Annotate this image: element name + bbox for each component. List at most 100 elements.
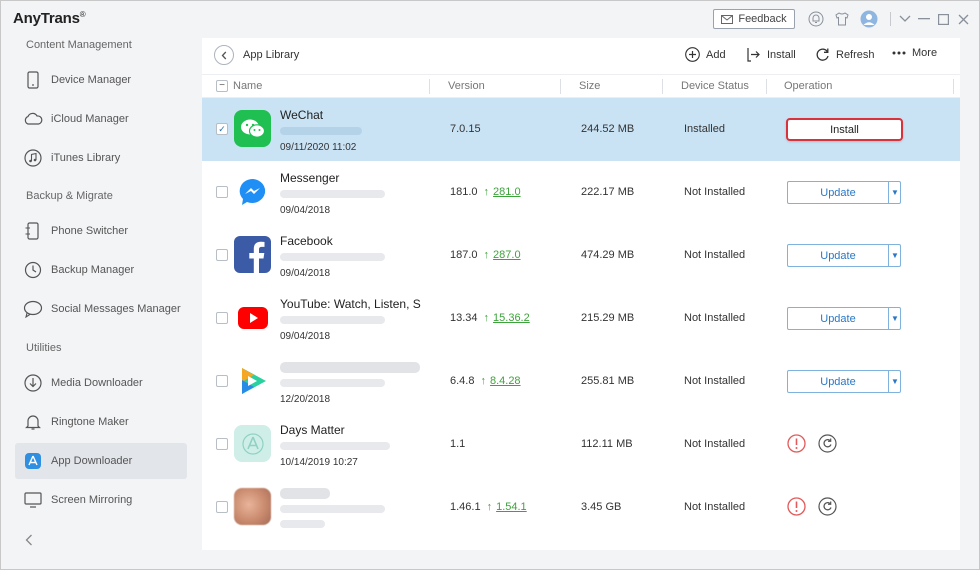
blurred-app-icon	[234, 488, 271, 525]
maximize-icon[interactable]	[933, 9, 953, 29]
table-row[interactable]: Facebook 09/04/2018 187.0 ↑ 287.0 474.29 M…	[202, 224, 960, 287]
column-header-version[interactable]: Version	[448, 80, 485, 92]
notification-bell-icon[interactable]	[806, 9, 826, 29]
download-icon	[23, 373, 43, 393]
sidebar-item-itunes-library[interactable]: iTunes Library	[15, 140, 187, 176]
collapse-sidebar-button[interactable]	[25, 533, 39, 549]
app-name: WeChat	[280, 108, 324, 122]
column-header-name[interactable]: Name	[233, 80, 262, 92]
column-header-device-status[interactable]: Device Status	[681, 80, 749, 92]
warning-icon[interactable]	[787, 434, 806, 453]
column-divider	[560, 79, 561, 94]
section-label-utilities: Utilities	[26, 342, 62, 354]
table-row[interactable]: 12/20/2018 6.4.8 ↑ 8.4.28 255.81 MB Not In…	[202, 350, 960, 413]
new-version-link[interactable]: 287.0	[493, 249, 521, 261]
sidebar-item-phone-switcher[interactable]: Phone Switcher	[15, 213, 187, 249]
table-row[interactable]: ✓ WeChat 09/11/2020 11:02 7.0.15 244.52 …	[202, 98, 960, 161]
user-avatar-icon[interactable]	[859, 9, 879, 29]
column-header-operation[interactable]: Operation	[784, 80, 832, 92]
column-divider	[766, 79, 767, 94]
warning-icon[interactable]	[787, 497, 806, 516]
table-row[interactable]: Days Matter 10/14/2019 10:27 1.1 112.11 …	[202, 413, 960, 476]
sidebar-item-label: Social Messages Manager	[51, 303, 181, 315]
section-label-backup-migrate: Backup & Migrate	[26, 190, 113, 202]
back-button[interactable]	[214, 45, 234, 65]
tshirt-skin-icon[interactable]	[832, 9, 852, 29]
refresh-button[interactable]: Refresh	[815, 47, 875, 62]
blurred-developer	[280, 442, 390, 450]
blurred-date	[280, 520, 325, 528]
sidebar-item-icloud-manager[interactable]: iCloud Manager	[15, 101, 187, 137]
table-row[interactable]: YouTube: Watch, Listen, S 09/04/2018 13.…	[202, 287, 960, 350]
size: 474.29 MB	[581, 249, 635, 261]
app-date: 09/11/2020 11:02	[280, 142, 357, 153]
video-player-app-icon	[234, 362, 271, 399]
screen-icon	[23, 490, 43, 510]
install-icon	[747, 48, 760, 62]
row-checkbox[interactable]	[216, 186, 228, 198]
close-icon[interactable]	[953, 9, 973, 29]
row-checkbox[interactable]	[216, 312, 228, 324]
sidebar-item-backup-manager[interactable]: Backup Manager	[15, 252, 187, 288]
app-name: YouTube: Watch, Listen, S	[280, 297, 421, 311]
row-checkbox[interactable]	[216, 438, 228, 450]
chevron-down-icon[interactable]: ▼	[888, 182, 901, 203]
column-divider	[953, 79, 954, 94]
sidebar-item-media-downloader[interactable]: Media Downloader	[15, 365, 187, 401]
chevron-left-icon	[221, 51, 227, 59]
table-row[interactable]: 1.46.1 ↑ 1.54.1 3.45 GB Not Installed	[202, 476, 960, 539]
update-button[interactable]: Update ▼	[787, 244, 901, 267]
install-toolbar-button[interactable]: Install	[747, 47, 796, 62]
select-all-checkbox[interactable]: −	[216, 80, 228, 92]
new-version-link[interactable]: 1.54.1	[496, 501, 527, 513]
row-checkbox[interactable]: ✓	[216, 123, 228, 135]
blurred-developer	[280, 505, 385, 513]
row-checkbox[interactable]	[216, 375, 228, 387]
bell-icon	[23, 412, 43, 432]
new-version-link[interactable]: 281.0	[493, 186, 521, 198]
add-button[interactable]: Add	[685, 47, 726, 62]
sidebar-item-ringtone-maker[interactable]: Ringtone Maker	[15, 404, 187, 440]
install-button[interactable]: Install	[786, 118, 903, 141]
feedback-button[interactable]: Feedback	[713, 9, 795, 29]
device-status: Not Installed	[684, 438, 746, 450]
sidebar-item-app-downloader[interactable]: App Downloader	[15, 443, 187, 479]
minimize-icon[interactable]	[914, 9, 934, 29]
update-button[interactable]: Update ▼	[787, 307, 901, 330]
version: 1.1	[450, 438, 466, 450]
sidebar-item-social-messages-manager[interactable]: Social Messages Manager	[15, 291, 187, 327]
column-header-size[interactable]: Size	[579, 80, 600, 92]
sidebar-item-label: iCloud Manager	[51, 113, 129, 125]
retry-icon[interactable]	[818, 434, 837, 453]
sidebar-item-label: App Downloader	[51, 455, 133, 467]
new-version-link[interactable]: 15.36.2	[493, 312, 530, 324]
app-date: 10/14/2019 10:27	[280, 457, 358, 468]
chevron-down-icon[interactable]	[895, 9, 915, 29]
mail-icon	[721, 14, 734, 24]
retry-icon[interactable]	[818, 497, 837, 516]
cloud-icon	[23, 109, 43, 129]
column-divider	[429, 79, 430, 94]
sidebar-item-label: Device Manager	[51, 74, 132, 86]
row-checkbox[interactable]	[216, 249, 228, 261]
new-version-link[interactable]: 8.4.28	[490, 375, 521, 387]
sidebar-item-screen-mirroring[interactable]: Screen Mirroring	[15, 482, 187, 518]
chevron-down-icon[interactable]: ▼	[888, 245, 901, 266]
table-row[interactable]: Messenger 09/04/2018 181.0 ↑ 281.0 222.17 …	[202, 161, 960, 224]
size: 244.52 MB	[581, 123, 635, 135]
more-button[interactable]: More	[892, 47, 937, 59]
row-checkbox[interactable]	[216, 501, 228, 513]
version: 181.0 ↑ 281.0	[450, 186, 521, 198]
size: 215.29 MB	[581, 312, 635, 324]
chat-icon	[23, 299, 43, 319]
table-header: − Name Version Size Device Status Operat…	[202, 74, 960, 98]
section-label-content-management: Content Management	[26, 39, 132, 51]
sidebar-item-label: Screen Mirroring	[51, 494, 133, 506]
youtube-app-icon	[234, 299, 271, 336]
chevron-down-icon[interactable]: ▼	[888, 308, 901, 329]
chevron-down-icon[interactable]: ▼	[888, 371, 901, 392]
update-button[interactable]: Update ▼	[787, 181, 901, 204]
sidebar-item-device-manager[interactable]: Device Manager	[15, 62, 187, 98]
device-status: Not Installed	[684, 501, 746, 513]
update-button[interactable]: Update ▼	[787, 370, 901, 393]
